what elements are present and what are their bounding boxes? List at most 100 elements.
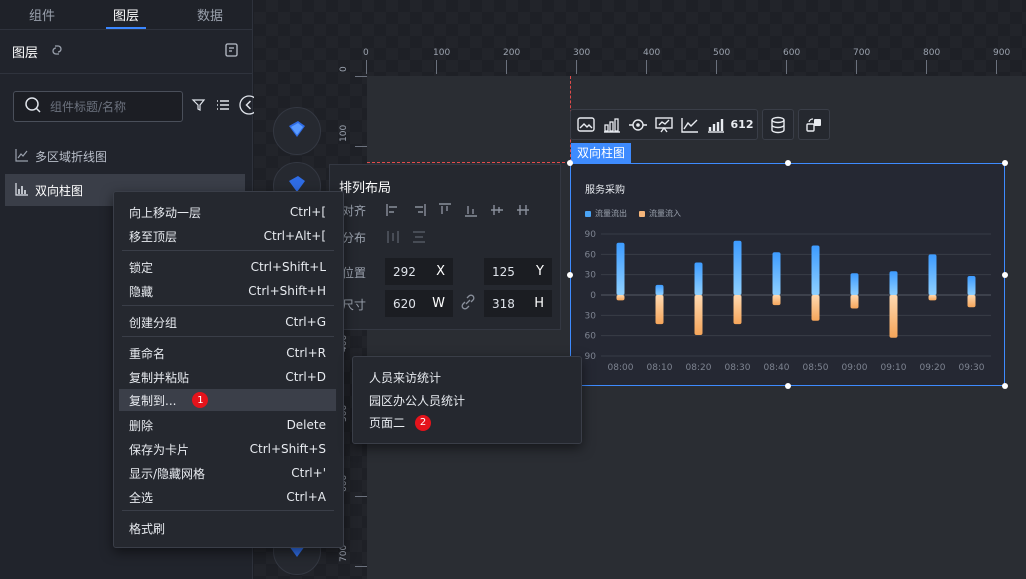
context-menu-item[interactable]: 锁定 Ctrl+Shift+L (119, 256, 336, 278)
line-chart-icon[interactable] (679, 114, 701, 136)
submenu-item[interactable]: 园区办公人员统计 (369, 392, 465, 409)
bar-outflow (616, 242, 625, 295)
x-tick-label: 09:00 (842, 363, 868, 373)
panel-tabs: 组件 图层 数据 (0, 0, 252, 30)
context-menu-item[interactable]: 创建分组 Ctrl+G (119, 311, 336, 333)
resize-handle[interactable] (1002, 160, 1008, 166)
list-icon[interactable] (215, 97, 231, 117)
bar-inflow (811, 295, 820, 321)
resize-handle[interactable] (567, 272, 573, 278)
submenu-item[interactable]: 人员来访统计 (369, 369, 441, 386)
bar-chart-icon[interactable] (601, 114, 623, 136)
menu-item-shortcut: Ctrl+' (291, 466, 326, 480)
w-unit: W (432, 296, 445, 311)
align-bottom-icon[interactable] (464, 202, 478, 221)
size-label: 尺寸 (342, 298, 367, 312)
context-menu-item[interactable]: 重命名 Ctrl+R (119, 342, 336, 364)
search-field[interactable] (13, 91, 183, 122)
align-label: 对齐 (342, 204, 367, 218)
context-menu-item[interactable]: 隐藏 Ctrl+Shift+H (119, 280, 336, 302)
number-icon[interactable]: 612 (731, 114, 754, 136)
menu-item-shortcut: Ctrl+A (286, 490, 326, 504)
y-tick-label: 30 (585, 311, 597, 321)
swap-group (798, 109, 830, 140)
context-menu-item[interactable]: 移至顶层 Ctrl+Alt+[ (119, 225, 336, 247)
w-value: 620 (393, 296, 416, 311)
bar-inflow (655, 295, 664, 325)
ruler-tick-label: 300 (573, 48, 591, 58)
database-icon[interactable] (767, 114, 789, 136)
layer-label: 双向柱图 (35, 183, 84, 198)
y-tick-label: 90 (585, 230, 597, 240)
context-menu-item[interactable]: 保存为卡片 Ctrl+Shift+S (119, 438, 336, 460)
distribute-horizontal-icon[interactable] (386, 229, 400, 248)
y-tick-label: 60 (585, 332, 597, 342)
panel-header: 图层 (0, 30, 252, 74)
x-tick-label: 08:20 (686, 363, 712, 373)
chart-plot: 90 60 30 0 30 60 90 08:00 08:10 08:20 08:30 08:40 08… (585, 230, 991, 373)
width-input[interactable]: 620 W (385, 290, 453, 317)
y-tick-label: 0 (590, 291, 596, 301)
bar-inflow (616, 295, 625, 301)
context-menu-item[interactable]: 格式刷 (119, 517, 336, 539)
distribute-vertical-icon[interactable] (412, 229, 426, 248)
submenu-item[interactable]: 页面二 2 (369, 414, 432, 431)
bar-inflow (928, 295, 937, 301)
step-badge: 2 (415, 414, 432, 431)
component-thumbnail[interactable] (273, 107, 321, 155)
ruler-tick (996, 60, 997, 74)
y-tick-label: 60 (585, 250, 597, 260)
x-input[interactable]: 292 X (385, 258, 453, 285)
legend-label: 流量流出 (595, 209, 627, 218)
context-menu-item[interactable]: 全选 Ctrl+A (119, 486, 336, 508)
stacked-bar-icon[interactable] (705, 114, 727, 136)
ruler-tick-label: 600 (783, 48, 801, 58)
selected-component-label: 双向柱图 (571, 143, 632, 163)
resize-handle[interactable] (567, 160, 573, 166)
menu-separator (122, 305, 334, 306)
menu-item-shortcut: Ctrl+[ (289, 205, 326, 219)
bidirectional-bar-chart[interactable]: 服务采购 流量流出 流量流入 90 60 30 0 30 60 90 08:00 08:10 08… (570, 163, 1005, 386)
context-menu-item[interactable]: 复制到... 1 (119, 389, 336, 411)
y-unit: Y (536, 264, 544, 279)
h-value: 318 (492, 296, 515, 311)
menu-item-shortcut: Ctrl+R (286, 346, 326, 360)
bar-inflow (889, 295, 898, 338)
menu-item-shortcut: Ctrl+D (285, 370, 326, 384)
layer-item-line-chart[interactable]: 多区域折线图 (5, 140, 245, 172)
align-vertical-center-icon[interactable] (516, 202, 530, 221)
screen-chart-icon[interactable] (653, 114, 675, 136)
image-icon[interactable] (575, 114, 597, 136)
edit-doc-icon[interactable] (224, 42, 240, 62)
resize-handle[interactable] (1002, 383, 1008, 389)
y-input[interactable]: 125 Y (484, 258, 552, 285)
filter-icon[interactable] (191, 97, 207, 117)
align-right-icon[interactable] (412, 202, 426, 221)
context-menu-item[interactable]: 删除 Delete (119, 414, 336, 436)
align-buttons (386, 202, 530, 221)
tab-components[interactable]: 组件 (0, 0, 84, 29)
tab-data[interactable]: 数据 (168, 0, 252, 29)
x-tick-label: 08:10 (647, 363, 673, 373)
height-input[interactable]: 318 H (484, 290, 552, 317)
swap-icon[interactable] (803, 114, 825, 136)
align-horizontal-center-icon[interactable] (490, 202, 504, 221)
search-input[interactable] (50, 99, 170, 114)
ruler-top: 0 100 200 300 400 500 600 700 800 900 (363, 42, 1026, 76)
context-menu-item[interactable]: 复制并粘贴 Ctrl+D (119, 366, 336, 388)
target-icon[interactable] (627, 114, 649, 136)
align-left-icon[interactable] (386, 202, 400, 221)
link-icon[interactable] (50, 42, 64, 61)
distribute-label: 分布 (342, 231, 367, 245)
resize-handle[interactable] (1002, 272, 1008, 278)
resize-handle[interactable] (785, 160, 791, 166)
search-icon (24, 96, 42, 118)
link-icon[interactable] (460, 294, 476, 314)
chart-type-group: 612 (570, 109, 758, 140)
context-menu-item[interactable]: 显示/隐藏网格 Ctrl+' (119, 462, 336, 484)
align-top-icon[interactable] (438, 202, 452, 221)
tab-layers[interactable]: 图层 (84, 0, 168, 29)
context-menu-item[interactable]: 向上移动一层 Ctrl+[ (119, 201, 336, 223)
resize-handle[interactable] (785, 383, 791, 389)
ruler-tick (576, 60, 577, 74)
